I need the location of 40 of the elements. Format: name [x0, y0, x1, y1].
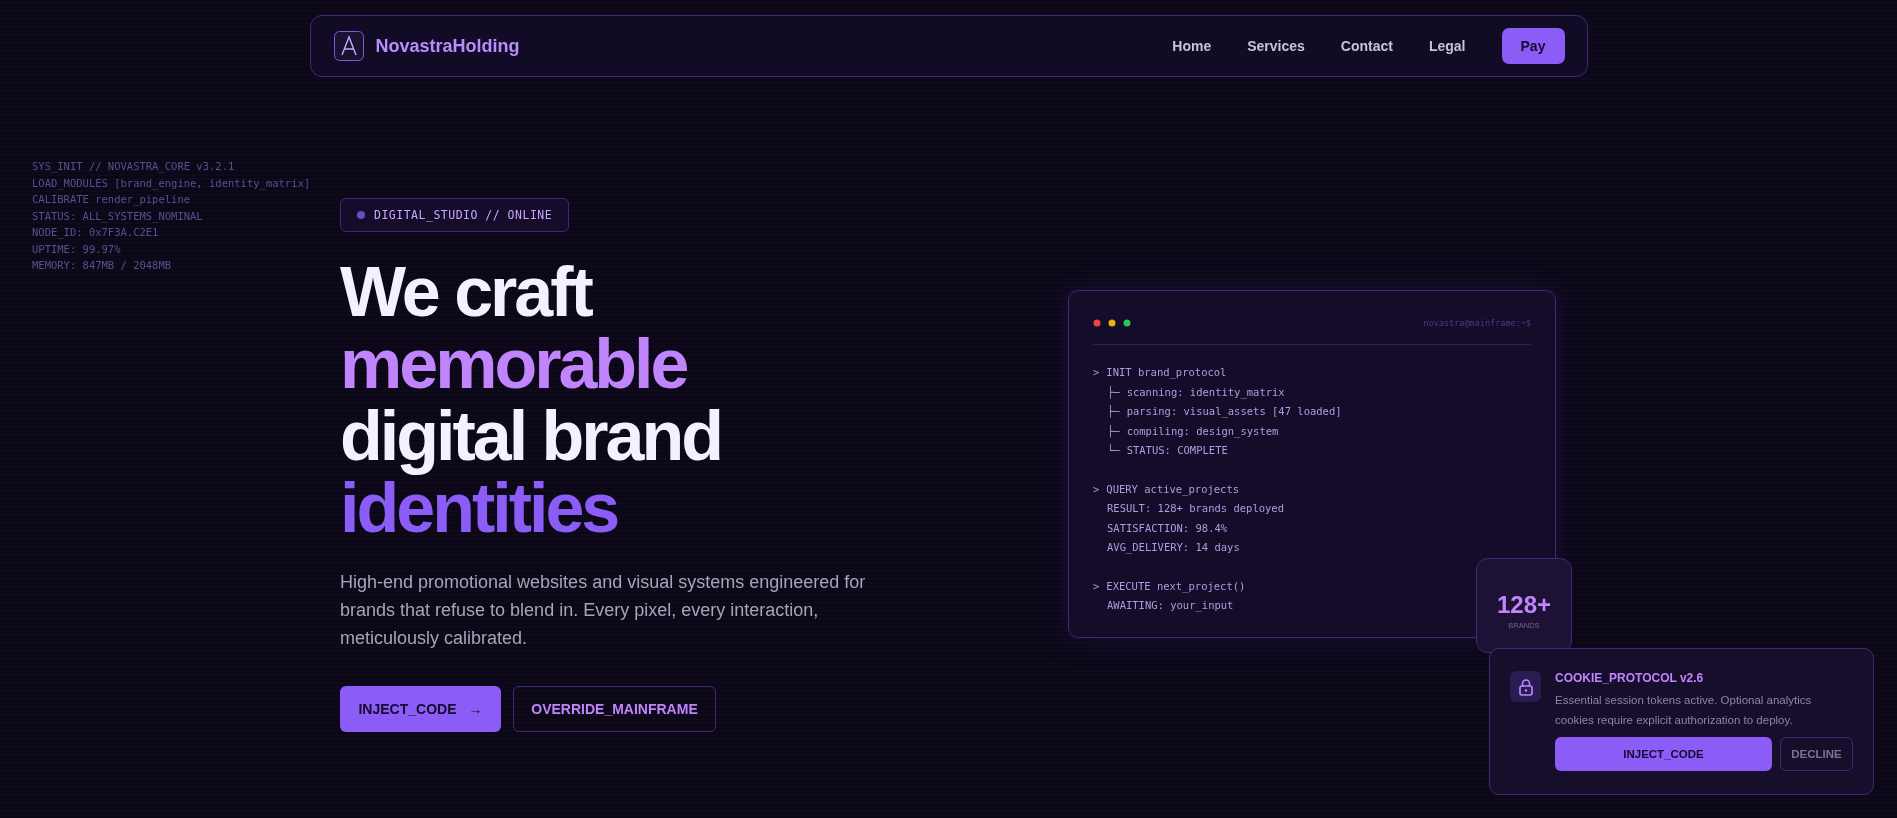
terminal-line: ├─ compiling: design_system — [1106, 423, 1279, 440]
terminal-line: > QUERY active_projects — [1093, 481, 1240, 498]
terminal-line: RESULT: 128+ brands deployed — [1106, 501, 1284, 516]
cookie-title: COOKIE_PROTOCOL v2.6 — [1555, 671, 1705, 685]
terminal-line: └─ STATUS: COMPLETE — [1106, 443, 1228, 458]
background-log-line: MEMORY: 847MB / 2048MB — [32, 258, 173, 273]
background-log-line: SYS_INIT // NOVASTRA_CORE v3.2.1 — [32, 159, 236, 175]
decline-button[interactable]: DECLINE — [1780, 737, 1853, 771]
hero-description: High-end promotional websites and visual systems engineered for brands that refuse to blend in. Every pixel, every interaction, meticulously calibrated. — [340, 571, 867, 650]
status-dot-icon — [357, 211, 365, 219]
terminal-line: > EXECUTE next_project() — [1093, 578, 1246, 595]
terminal-line: SATISFACTION: 98.4% — [1106, 520, 1228, 536]
terminal-line: AVG_DELIVERY: 14 days — [1106, 540, 1240, 556]
nav-link[interactable]: Home — [1172, 38, 1212, 54]
background-log-line: NODE_ID: 0x7F3A.C2E1 — [32, 225, 160, 241]
headline-line: We craft — [340, 256, 591, 328]
override-mainframe-button[interactable]: OVERRIDE_MAINFRAME — [513, 686, 716, 732]
background-log-line: CALIBRATE render_pipeline — [32, 192, 192, 208]
pay-button[interactable]: Pay — [1501, 28, 1565, 64]
headline-line: memorable — [340, 328, 687, 400]
cookie-text: Essential session tokens active. Optional analytics cookies require explicit authorization to deploy. — [1555, 693, 1813, 728]
terminal-prompt: novastra@mainframe:~$ — [1423, 318, 1531, 328]
terminal-line: > INIT brand_protocol — [1093, 365, 1227, 381]
terminal-line: ├─ scanning: identity_matrix — [1106, 384, 1285, 401]
inject-code-button[interactable]: INJECT_CODE → — [340, 686, 501, 732]
nav-link[interactable]: Services — [1247, 38, 1305, 54]
nav-link[interactable]: Legal — [1428, 38, 1466, 54]
brand-name[interactable]: NovastraHolding — [375, 35, 520, 57]
terminal-line: AWAITING: your_input — [1106, 598, 1234, 614]
badge-label: DIGITAL_STUDIO // ONLINE — [374, 208, 553, 222]
terminal-line: ├─ parsing: visual_assets [47 loaded] — [1106, 404, 1342, 420]
nav-link[interactable]: Contact — [1340, 38, 1393, 54]
background-log-line: STATUS: ALL_SYSTEMS_NOMINAL — [32, 208, 204, 224]
window-controls-icon — [1093, 319, 1131, 327]
background-log-line: UPTIME: 99.97% — [32, 241, 122, 257]
stat-value: 128+ — [1496, 591, 1552, 619]
background-log-line: LOAD_MODULES [brand_engine, identity_matrix] — [32, 175, 311, 191]
lock-icon — [1510, 671, 1541, 702]
accept-button[interactable]: INJECT_CODE — [1555, 737, 1772, 771]
logo-icon — [333, 31, 364, 61]
